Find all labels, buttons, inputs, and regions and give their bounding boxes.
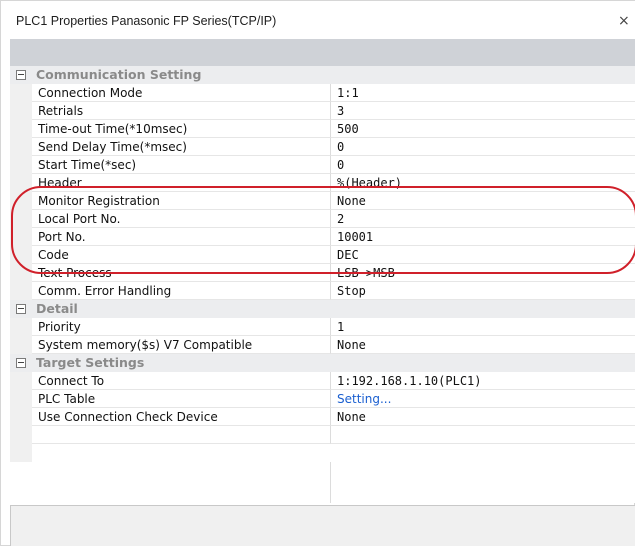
empty-value-cell bbox=[330, 426, 635, 444]
collapse-icon[interactable] bbox=[16, 304, 26, 314]
properties-window: PLC1 Properties Panasonic FP Series(TCP/… bbox=[0, 0, 635, 546]
property-value[interactable]: Stop bbox=[330, 282, 635, 300]
property-row-code[interactable]: Code DEC bbox=[10, 246, 635, 264]
property-value[interactable]: DEC bbox=[330, 246, 635, 264]
property-row-connect-to[interactable]: Connect To 1:192.168.1.10(PLC1) bbox=[10, 372, 635, 390]
property-value[interactable]: LSB->MSB bbox=[330, 264, 635, 282]
property-value[interactable]: None bbox=[330, 192, 635, 210]
toolbar bbox=[10, 39, 635, 66]
property-row-system-memory-v7[interactable]: System memory($s) V7 Compatible None bbox=[10, 336, 635, 354]
property-name: PLC Table bbox=[32, 390, 330, 408]
property-value[interactable]: 1:192.168.1.10(PLC1) bbox=[330, 372, 635, 390]
property-value[interactable]: None bbox=[330, 336, 635, 354]
collapse-icon[interactable] bbox=[16, 358, 26, 368]
property-value[interactable]: None bbox=[330, 408, 635, 426]
property-row-local-port-no[interactable]: Local Port No. 2 bbox=[10, 210, 635, 228]
property-name: Text Process bbox=[32, 264, 330, 282]
collapse-icon[interactable] bbox=[16, 70, 26, 80]
property-name: Use Connection Check Device bbox=[32, 408, 330, 426]
property-name: Send Delay Time(*msec) bbox=[32, 138, 330, 156]
property-name: Port No. bbox=[32, 228, 330, 246]
property-value[interactable]: 0 bbox=[330, 156, 635, 174]
empty-row bbox=[10, 426, 635, 444]
empty-name-cell bbox=[32, 426, 330, 444]
property-value[interactable]: 3 bbox=[330, 102, 635, 120]
property-row-text-process[interactable]: Text Process LSB->MSB bbox=[10, 264, 635, 282]
property-row-connection-mode[interactable]: Connection Mode 1:1 bbox=[10, 84, 635, 102]
category-label: Target Settings bbox=[36, 355, 145, 370]
property-name: Start Time(*sec) bbox=[32, 156, 330, 174]
property-row-priority[interactable]: Priority 1 bbox=[10, 318, 635, 336]
property-value[interactable]: 1:1 bbox=[330, 84, 635, 102]
property-row-header[interactable]: Header %(Header) bbox=[10, 174, 635, 192]
property-name: Local Port No. bbox=[32, 210, 330, 228]
property-value[interactable]: %(Header) bbox=[330, 174, 635, 192]
property-value[interactable]: 1 bbox=[330, 318, 635, 336]
grid-empty-area bbox=[10, 462, 635, 503]
property-name: Header bbox=[32, 174, 330, 192]
property-row-plc-table[interactable]: PLC Table Setting... bbox=[10, 390, 635, 408]
property-value[interactable]: 500 bbox=[330, 120, 635, 138]
property-name: Retrials bbox=[32, 102, 330, 120]
category-detail[interactable]: Detail bbox=[10, 300, 635, 318]
property-grid: Communication Setting Connection Mode 1:… bbox=[10, 66, 635, 503]
category-target-settings[interactable]: Target Settings bbox=[10, 354, 635, 372]
property-name: Priority bbox=[32, 318, 330, 336]
property-value[interactable]: 0 bbox=[330, 138, 635, 156]
property-value[interactable]: 10001 bbox=[330, 228, 635, 246]
property-row-start-time[interactable]: Start Time(*sec) 0 bbox=[10, 156, 635, 174]
category-communication-setting[interactable]: Communication Setting bbox=[10, 66, 635, 84]
property-row-port-no[interactable]: Port No. 10001 bbox=[10, 228, 635, 246]
property-name: Time-out Time(*10msec) bbox=[32, 120, 330, 138]
property-row-use-connection-check-device[interactable]: Use Connection Check Device None bbox=[10, 408, 635, 426]
category-label: Detail bbox=[36, 301, 78, 316]
property-name: Monitor Registration bbox=[32, 192, 330, 210]
setting-link[interactable]: Setting... bbox=[330, 390, 635, 408]
close-icon[interactable]: × bbox=[618, 11, 635, 31]
property-name: Comm. Error Handling bbox=[32, 282, 330, 300]
window-title: PLC1 Properties Panasonic FP Series(TCP/… bbox=[16, 14, 277, 28]
property-row-timeout-time[interactable]: Time-out Time(*10msec) 500 bbox=[10, 120, 635, 138]
title-bar: PLC1 Properties Panasonic FP Series(TCP/… bbox=[1, 1, 635, 39]
description-panel bbox=[10, 505, 635, 546]
property-name: Code bbox=[32, 246, 330, 264]
property-row-comm-error-handling[interactable]: Comm. Error Handling Stop bbox=[10, 282, 635, 300]
property-name: Connection Mode bbox=[32, 84, 330, 102]
property-row-monitor-registration[interactable]: Monitor Registration None bbox=[10, 192, 635, 210]
property-row-send-delay-time[interactable]: Send Delay Time(*msec) 0 bbox=[10, 138, 635, 156]
property-row-retrials[interactable]: Retrials 3 bbox=[10, 102, 635, 120]
property-name: System memory($s) V7 Compatible bbox=[32, 336, 330, 354]
property-value[interactable]: 2 bbox=[330, 210, 635, 228]
column-divider[interactable] bbox=[330, 462, 331, 503]
category-label: Communication Setting bbox=[36, 67, 202, 82]
property-name: Connect To bbox=[32, 372, 330, 390]
